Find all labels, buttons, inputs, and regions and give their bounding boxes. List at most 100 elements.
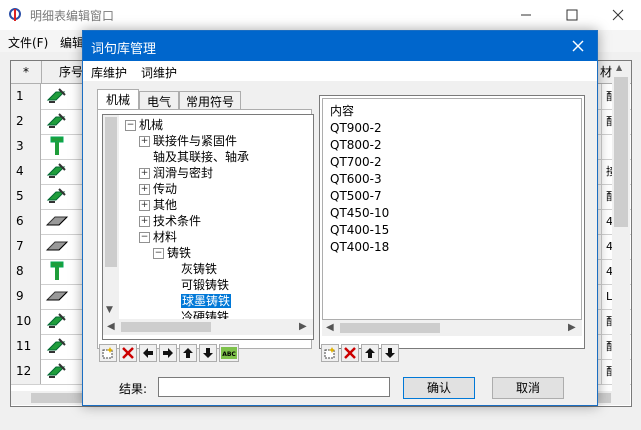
item-up-button[interactable]	[361, 344, 379, 362]
expand-icon[interactable]: +	[139, 184, 150, 195]
row-number: 7	[11, 234, 41, 259]
expand-icon[interactable]: +	[139, 200, 150, 211]
tree-node[interactable]: 轴及其联接、轴承	[121, 149, 313, 165]
row-number: 9	[11, 284, 41, 309]
row-number: 5	[11, 184, 41, 209]
tree-node[interactable]: 可锻铸铁	[121, 277, 313, 293]
category-tree[interactable]: ▼ − 机械 + 联接件与紧固件 轴及其联接、轴承 + 润滑与密封 + 传动 + 其他 + 技术条件 − 材…	[102, 114, 314, 340]
confirm-button[interactable]: 确认	[403, 377, 475, 399]
delete-icon	[122, 347, 134, 359]
window-close-button[interactable]	[595, 0, 641, 30]
list-item[interactable]: QT900-2	[323, 120, 581, 137]
tree-node[interactable]: 球墨铸铁	[121, 293, 313, 309]
result-input[interactable]	[158, 377, 390, 397]
part-icon	[46, 338, 66, 353]
menu-file[interactable]: 文件(F)	[8, 34, 48, 51]
cancel-button[interactable]: 取消	[492, 377, 564, 399]
tree-hscroll-thumb[interactable]	[121, 322, 211, 332]
arrow-up-icon	[365, 348, 375, 358]
menu-word-maintenance[interactable]: 词维护	[141, 64, 177, 81]
tree-node-label: 其他	[153, 198, 178, 212]
tree-node[interactable]: − 材料	[121, 229, 313, 245]
delete-item-button[interactable]	[341, 344, 359, 362]
list-item[interactable]: QT400-18	[323, 239, 581, 256]
phrase-library-dialog: 词句库管理 库维护 词维护 机械 电气 常用符号 ▼ − 机械 + 联接件与紧固件 轴及…	[82, 30, 598, 406]
tree-node-label: 传动	[153, 182, 178, 196]
row-number: 4	[11, 159, 41, 184]
row-number: 6	[11, 209, 41, 234]
new-icon	[102, 347, 113, 359]
scroll-left-icon[interactable]: ◀	[107, 321, 115, 332]
expand-icon[interactable]: +	[139, 216, 150, 227]
tree-node[interactable]: + 技术条件	[121, 213, 313, 229]
list-item[interactable]: QT450-10	[323, 205, 581, 222]
tree-node[interactable]: − 铸铁	[121, 245, 313, 261]
tree-node[interactable]: + 润滑与密封	[121, 165, 313, 181]
wedge-icon	[45, 291, 69, 301]
expand-icon[interactable]: +	[139, 136, 150, 147]
collapse-icon[interactable]: −	[125, 120, 136, 131]
expand-icon[interactable]: +	[139, 168, 150, 179]
scroll-left-icon[interactable]: ◀	[326, 322, 334, 333]
main-titlebar: 明细表编辑窗口	[0, 0, 641, 30]
tree-node[interactable]: + 其他	[121, 197, 313, 213]
move-up-button[interactable]	[179, 344, 197, 362]
tab-common-symbols[interactable]: 常用符号	[179, 91, 241, 111]
new-item-button[interactable]	[321, 344, 339, 362]
tree-vscroll-thumb[interactable]	[105, 117, 117, 267]
scroll-right-icon[interactable]: ▶	[299, 321, 307, 332]
list-hscrollbar[interactable]: ◀ ▶	[322, 320, 582, 336]
grid-vscroll-thumb[interactable]	[614, 77, 628, 227]
maximize-button[interactable]	[549, 0, 595, 30]
result-label: 结果:	[119, 382, 148, 396]
list-item[interactable]: QT700-2	[323, 154, 581, 171]
tree-node-label: 铸铁	[167, 246, 192, 260]
dialog-title: 词句库管理	[91, 42, 157, 57]
collapse-icon[interactable]: −	[153, 248, 164, 259]
delete-node-button[interactable]	[119, 344, 137, 362]
close-icon	[612, 9, 624, 21]
menu-library-maintenance[interactable]: 库维护	[91, 64, 127, 81]
scroll-up-icon[interactable]: ▲	[616, 63, 626, 73]
tab-electrical[interactable]: 电气	[139, 91, 179, 111]
tree-node[interactable]: − 机械	[121, 117, 313, 133]
tree-vscrollbar[interactable]: ▼	[103, 115, 119, 319]
tree-node-label: 机械	[139, 118, 164, 132]
tree-node[interactable]: 灰铸铁	[121, 261, 313, 277]
list-hscroll-thumb[interactable]	[340, 323, 440, 333]
new-node-button[interactable]	[99, 344, 117, 362]
tree-node[interactable]: + 联接件与紧固件	[121, 133, 313, 149]
tree-node-label: 球墨铸铁	[181, 294, 232, 308]
main-window-title: 明细表编辑窗口	[30, 9, 115, 23]
row-number: 8	[11, 259, 41, 284]
move-left-button[interactable]	[139, 344, 157, 362]
dialog-close-button[interactable]	[565, 34, 591, 58]
item-down-button[interactable]	[381, 344, 399, 362]
scroll-down-icon[interactable]: ▼	[106, 305, 113, 315]
menu-edit[interactable]: 编辑	[60, 34, 84, 51]
tree-hscrollbar[interactable]: ◀ ▶	[103, 319, 313, 335]
list-item[interactable]: QT600-3	[323, 171, 581, 188]
grid-vscrollbar[interactable]: ▲	[612, 61, 630, 405]
content-list[interactable]: 内容 QT900-2 QT800-2 QT700-2 QT600-3 QT500-7 QT…	[322, 98, 582, 320]
arrow-left-icon	[143, 348, 153, 358]
move-right-button[interactable]	[159, 344, 177, 362]
list-item[interactable]: QT800-2	[323, 137, 581, 154]
collapse-icon[interactable]: −	[139, 232, 150, 243]
list-item[interactable]: QT500-7	[323, 188, 581, 205]
tree-node[interactable]: + 传动	[121, 181, 313, 197]
row-number: 10	[11, 309, 41, 334]
content-list-items: QT900-2 QT800-2 QT700-2 QT600-3 QT500-7 QT450…	[323, 120, 581, 256]
arrow-down-icon	[385, 348, 395, 358]
tree-node-label: 轴及其联接、轴承	[153, 150, 250, 164]
part-icon	[46, 188, 66, 203]
move-down-button[interactable]	[199, 344, 217, 362]
minimize-button[interactable]	[503, 0, 549, 30]
part-icon	[46, 113, 66, 128]
arrow-up-icon	[183, 348, 193, 358]
scroll-right-icon[interactable]: ▶	[568, 322, 576, 333]
list-item[interactable]: QT400-15	[323, 222, 581, 239]
part-icon	[46, 313, 66, 328]
minimize-icon	[521, 14, 531, 16]
rename-node-button[interactable]: ABC	[219, 344, 239, 362]
